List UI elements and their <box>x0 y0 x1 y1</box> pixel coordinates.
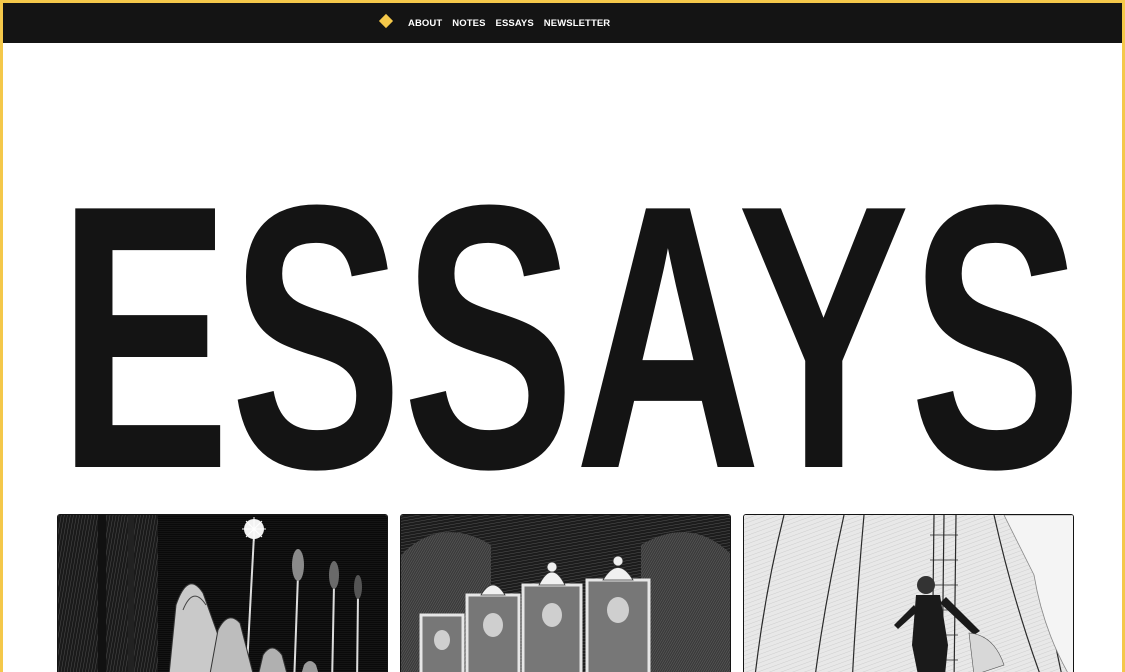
nav-link-notes[interactable]: NOTES <box>452 18 485 29</box>
page-title: ESSAYS <box>58 127 1082 475</box>
nav-link-essays[interactable]: ESSAYS <box>496 18 534 29</box>
nav-link-newsletter[interactable]: NEWSLETTER <box>544 18 610 29</box>
essay-card-3[interactable] <box>743 514 1074 672</box>
card-3-illustration <box>744 515 1073 672</box>
essay-card-2[interactable] <box>400 514 731 672</box>
main-nav: ABOUT NOTES ESSAYS NEWSLETTER <box>408 3 610 43</box>
diamond-logo-icon[interactable] <box>378 13 394 29</box>
card-1-illustration <box>58 515 387 672</box>
hero-title-block: ESSAYS <box>58 91 1082 475</box>
essay-cards-row <box>57 514 1074 672</box>
top-navigation-bar: ABOUT NOTES ESSAYS NEWSLETTER <box>3 3 1122 43</box>
page-frame: ABOUT NOTES ESSAYS NEWSLETTER ESSAYS <box>0 0 1125 672</box>
essay-card-1[interactable] <box>57 514 388 672</box>
hero-title-svg: ESSAYS <box>58 127 1082 475</box>
card-2-illustration <box>401 515 730 672</box>
nav-link-about[interactable]: ABOUT <box>408 18 442 29</box>
